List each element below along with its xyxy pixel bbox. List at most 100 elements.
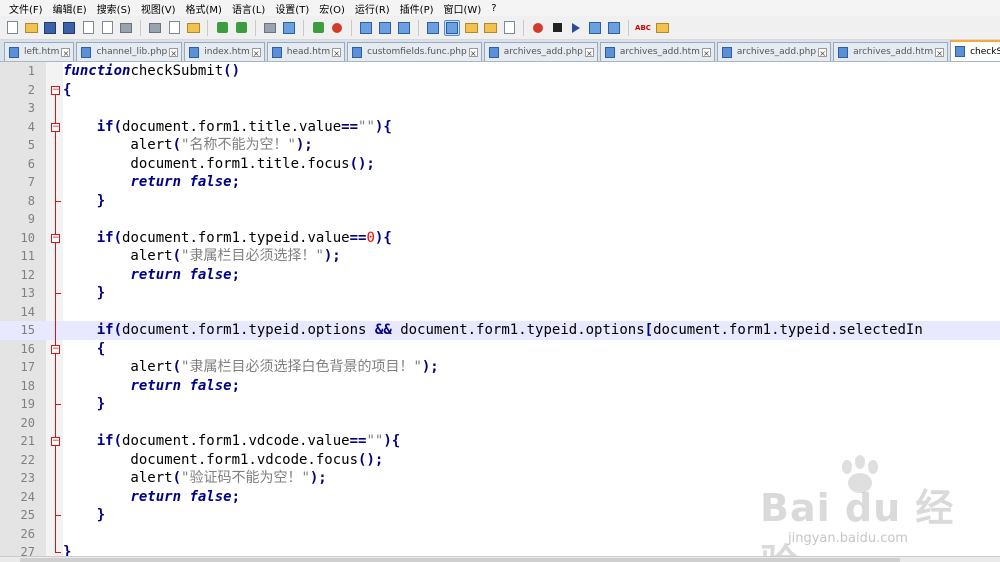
code-line[interactable]: 14 <box>0 303 1000 322</box>
fold-toggle-icon[interactable]: − <box>51 344 60 354</box>
file-tab[interactable]: checkSubmit <box>950 40 1000 61</box>
fold-toggle-icon[interactable]: − <box>51 85 60 95</box>
document-map-button[interactable] <box>482 20 498 36</box>
code-line[interactable]: 10 if(document.form1.typeid.value==0){ <box>0 229 1000 248</box>
code-line[interactable]: 12 return false; <box>0 266 1000 285</box>
tab-close-icon[interactable]: × <box>251 47 261 58</box>
cut-button[interactable] <box>147 20 163 36</box>
menu-item[interactable]: 设置(T) <box>270 1 314 16</box>
code-line[interactable]: 9 <box>0 210 1000 229</box>
zoom-out-button[interactable] <box>329 20 345 36</box>
file-tab[interactable]: head.htm × <box>266 42 346 61</box>
code-token: ( <box>172 359 182 375</box>
code-line[interactable]: 13 } <box>0 284 1000 303</box>
menu-item[interactable]: 格式(M) <box>181 1 227 16</box>
record-macro-button[interactable] <box>530 20 546 36</box>
show-all-chars-button[interactable] <box>425 20 441 36</box>
menu-item[interactable]: 视图(V) <box>136 1 181 16</box>
menu-item[interactable]: 搜索(S) <box>92 1 136 16</box>
code-token: ; <box>231 377 241 394</box>
file-tab[interactable]: archives_add.htm × <box>599 42 715 61</box>
show-all-chars-icon <box>427 21 439 34</box>
menu-item[interactable]: 编辑(E) <box>48 1 92 16</box>
code-line[interactable]: 4 if(document.form1.title.value==""){ <box>0 118 1000 137</box>
code-line[interactable]: 20 <box>0 414 1000 433</box>
code-token: return <box>130 377 182 394</box>
code-line[interactable]: 3 <box>0 99 1000 118</box>
run-macro-multiple-button[interactable] <box>587 20 603 36</box>
save-button[interactable] <box>42 20 58 36</box>
file-tab[interactable]: left.htm × <box>4 42 75 61</box>
copy-button[interactable] <box>166 20 182 36</box>
code-line[interactable]: 11 alert("隶属栏目必须选择！"); <box>0 247 1000 266</box>
stop-macro-button[interactable] <box>549 20 565 36</box>
file-tab[interactable]: archives_add.php × <box>483 42 598 61</box>
tab-close-icon[interactable]: × <box>701 47 711 58</box>
tab-close-icon[interactable]: × <box>169 47 179 58</box>
tab-close-icon[interactable]: × <box>468 47 478 58</box>
code-line[interactable]: 19 } <box>0 395 1000 414</box>
menu-item[interactable]: 运行(R) <box>350 1 395 16</box>
code-line[interactable]: 17 alert("隶属栏目必须选择白色背景的项目！"); <box>0 358 1000 377</box>
find-button[interactable] <box>262 20 278 36</box>
tab-label: left.htm <box>24 47 60 57</box>
horizontal-scrollbar[interactable] <box>0 556 1000 562</box>
undo-button[interactable] <box>214 20 230 36</box>
fold-toggle-icon[interactable]: − <box>51 122 60 132</box>
paste-button[interactable] <box>185 20 201 36</box>
save-macro-button[interactable] <box>606 20 622 36</box>
code-token: } <box>96 285 106 301</box>
sync-horizontal-button[interactable] <box>377 20 393 36</box>
function-list-button[interactable] <box>501 20 517 36</box>
fold-toggle-icon[interactable]: − <box>51 437 60 446</box>
save-all-button[interactable] <box>61 20 77 36</box>
file-tab[interactable]: archives_add.php × <box>716 42 832 61</box>
play-macro-button[interactable] <box>568 20 584 36</box>
code-line[interactable]: 21 if(document.form1.vdcode.value==""){ <box>0 432 1000 451</box>
code-line[interactable]: 18 return false; <box>0 377 1000 396</box>
fold-toggle-icon[interactable]: − <box>51 233 60 243</box>
file-tab[interactable]: channel_lib.php × <box>76 42 183 61</box>
tab-close-icon[interactable]: × <box>935 47 945 58</box>
tab-close-icon[interactable]: × <box>332 47 342 58</box>
code-text: if(document.form1.typeid.value==0){ <box>63 229 392 248</box>
scrollbar-thumb[interactable] <box>20 558 900 562</box>
close-all-button[interactable] <box>99 20 115 36</box>
tab-close-icon[interactable]: × <box>818 47 828 58</box>
code-line[interactable]: 7 return false; <box>0 173 1000 192</box>
replace-button[interactable] <box>281 20 297 36</box>
file-tab[interactable]: customfields.func.php × <box>347 42 482 61</box>
line-number: 6 <box>27 156 35 171</box>
word-wrap-button[interactable] <box>396 20 412 36</box>
folder-as-workspace-button[interactable] <box>463 20 479 36</box>
file-icon <box>488 46 499 58</box>
menu-item[interactable]: 语言(L) <box>227 1 270 16</box>
redo-button[interactable] <box>233 20 249 36</box>
print-button[interactable] <box>118 20 134 36</box>
menu-item[interactable]: 文件(F) <box>4 1 48 16</box>
tab-close-icon[interactable]: × <box>61 47 71 58</box>
new-file-button[interactable] <box>4 20 20 36</box>
code-line[interactable]: 16 { <box>0 340 1000 359</box>
menu-item[interactable]: ? <box>486 3 501 14</box>
zoom-in-button[interactable] <box>310 20 326 36</box>
menu-item[interactable]: 插件(P) <box>395 1 439 16</box>
code-line[interactable]: 6 document.form1.title.focus(); <box>0 155 1000 174</box>
code-line[interactable]: 1 functioncheckSubmit() <box>0 62 1000 81</box>
code-line[interactable]: 5 alert("名称不能为空！"); <box>0 136 1000 155</box>
menu-item[interactable]: 宏(O) <box>314 1 350 16</box>
code-line[interactable]: 2{ <box>0 81 1000 100</box>
tab-close-icon[interactable]: × <box>584 47 594 58</box>
open-button[interactable] <box>23 20 39 36</box>
code-line[interactable]: 15 if(document.form1.typeid.options && d… <box>0 321 1000 340</box>
code-line[interactable]: 8 } <box>0 192 1000 211</box>
file-tab[interactable]: index.htm × <box>184 42 265 61</box>
sync-vertical-button[interactable] <box>358 20 374 36</box>
file-tab[interactable]: archives_add.htm × <box>833 42 949 61</box>
close-button[interactable] <box>80 20 96 36</box>
spell-check-button[interactable]: ABC <box>635 20 651 36</box>
plugin-button[interactable] <box>654 20 670 36</box>
indent-guide-button[interactable] <box>444 19 460 36</box>
menu-item[interactable]: 窗口(W) <box>439 1 487 16</box>
code-token: == <box>341 118 359 135</box>
